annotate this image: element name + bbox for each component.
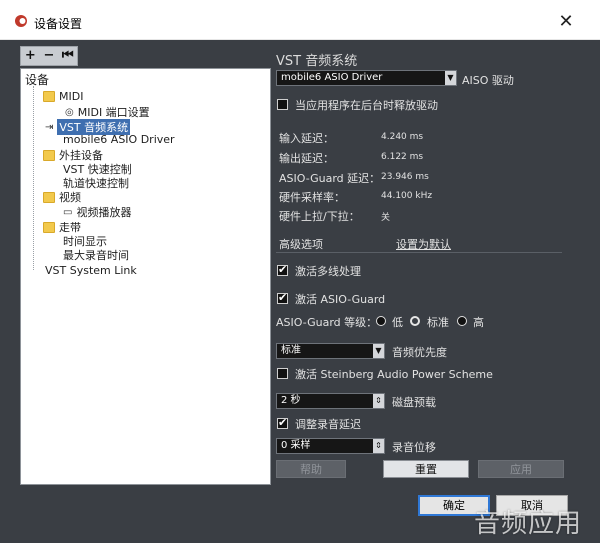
power-scheme-checkbox[interactable] <box>277 368 288 379</box>
tree-item-max-record-time[interactable]: 最大录音时间 <box>63 247 129 263</box>
multi-processing-label: 激活多线处理 <box>295 265 361 278</box>
disk-preload-stepper[interactable]: 2 秒 ⇕ <box>276 393 385 409</box>
midi-port-icon: ◎ <box>65 106 74 118</box>
reset-device-button[interactable]: ⏮ <box>58 47 77 65</box>
tree-connector <box>33 86 34 270</box>
tree-toolbar: + − ⏮ <box>20 46 78 66</box>
level-normal-label: 标准 <box>427 316 449 329</box>
asio-guard-level-label: ASIO-Guard 等级： <box>276 316 378 329</box>
divider <box>276 252 562 253</box>
asio-guard-latency-value: 23.946 ms <box>381 172 429 182</box>
folder-icon <box>43 149 55 161</box>
device-tree: 设备 MIDI ◎ MIDI 端口设置 ⇥ VST 音频系统 mobile6 A… <box>20 68 271 485</box>
power-scheme-label: 激活 Steinberg Audio Power Scheme <box>295 368 493 381</box>
record-shift-label: 录音位移 <box>392 441 436 454</box>
adjust-record-latency-checkbox[interactable] <box>277 416 288 429</box>
asio-driver-select[interactable]: mobile6 ASIO Driver ▼ <box>276 70 457 86</box>
tree-root-label: 设备 <box>25 73 50 87</box>
chevron-down-icon: ▼ <box>445 71 456 85</box>
sample-rate-label: 硬件采样率： <box>279 191 345 204</box>
output-latency-value: 6.122 ms <box>381 152 424 162</box>
chevron-down-icon: ▼ <box>373 344 384 358</box>
level-high-label: 高 <box>473 316 484 329</box>
reset-button[interactable]: 重置 <box>383 460 469 478</box>
video-player-icon: ▭ <box>63 206 73 218</box>
pull-up-down-label: 硬件上拉/下拉： <box>279 210 360 223</box>
apply-button[interactable]: 应用 <box>478 460 564 478</box>
close-button[interactable]: ✕ <box>554 10 578 34</box>
multi-processing-checkbox[interactable] <box>277 263 288 276</box>
level-high-radio[interactable] <box>457 316 467 326</box>
audio-system-icon: ⇥ <box>45 121 54 133</box>
set-default-link[interactable]: 设置为默认 <box>396 236 451 252</box>
level-low-label: 低 <box>392 316 403 329</box>
asio-guard-label: 激活 ASIO-Guard <box>295 293 386 306</box>
release-driver-checkbox[interactable] <box>277 99 288 110</box>
asio-guard-checkbox[interactable] <box>277 291 288 304</box>
tree-item-asio-driver[interactable]: mobile6 ASIO Driver <box>63 133 175 146</box>
title-bar: 设备设置 ✕ <box>0 0 600 40</box>
folder-icon <box>43 191 55 203</box>
tree-item-video[interactable]: 视频 <box>43 189 81 205</box>
panel-title: VST 音频系统 <box>276 54 358 69</box>
tree-item-midi-port-settings[interactable]: ◎ MIDI 端口设置 <box>65 104 150 120</box>
stepper-icon: ⇕ <box>373 439 384 453</box>
level-low-radio[interactable] <box>376 316 386 326</box>
record-shift-stepper[interactable]: 0 采样 ⇕ <box>276 438 385 454</box>
asio-guard-latency-label: ASIO-Guard 延迟： <box>279 172 381 185</box>
audio-priority-select[interactable]: 标准 ▼ <box>276 343 385 359</box>
advanced-options-label: 高级选项 <box>279 238 323 251</box>
asio-driver-label: AISO 驱动 <box>462 74 514 87</box>
adjust-record-latency-label: 调整录音延迟 <box>295 418 361 431</box>
add-device-button[interactable]: + <box>21 47 40 65</box>
release-driver-label: 当应用程序在后台时释放驱动 <box>295 99 438 112</box>
tree-item-midi[interactable]: MIDI <box>43 90 83 103</box>
remove-device-button[interactable]: − <box>40 47 59 65</box>
sample-rate-value: 44.100 kHz <box>381 191 433 201</box>
input-latency-label: 输入延迟： <box>279 132 334 145</box>
audio-priority-label: 音频优先度 <box>392 346 447 359</box>
window-title: 设备设置 <box>34 17 83 31</box>
folder-icon <box>43 91 55 102</box>
pull-up-down-value: 关 <box>381 213 391 223</box>
watermark-text: 音频应用 <box>474 509 583 539</box>
help-button[interactable]: 帮助 <box>276 460 346 478</box>
cubase-logo-icon <box>15 15 27 27</box>
folder-icon <box>43 221 55 233</box>
output-latency-label: 输出延迟： <box>279 152 334 165</box>
tree-item-vst-system-link[interactable]: VST System Link <box>45 264 137 277</box>
level-normal-radio[interactable] <box>410 316 420 326</box>
input-latency-value: 4.240 ms <box>381 132 424 142</box>
disk-preload-label: 磁盘预载 <box>392 396 436 409</box>
stepper-icon: ⇕ <box>373 394 384 408</box>
tree-item-video-player[interactable]: ▭ 视频播放器 <box>63 204 131 220</box>
